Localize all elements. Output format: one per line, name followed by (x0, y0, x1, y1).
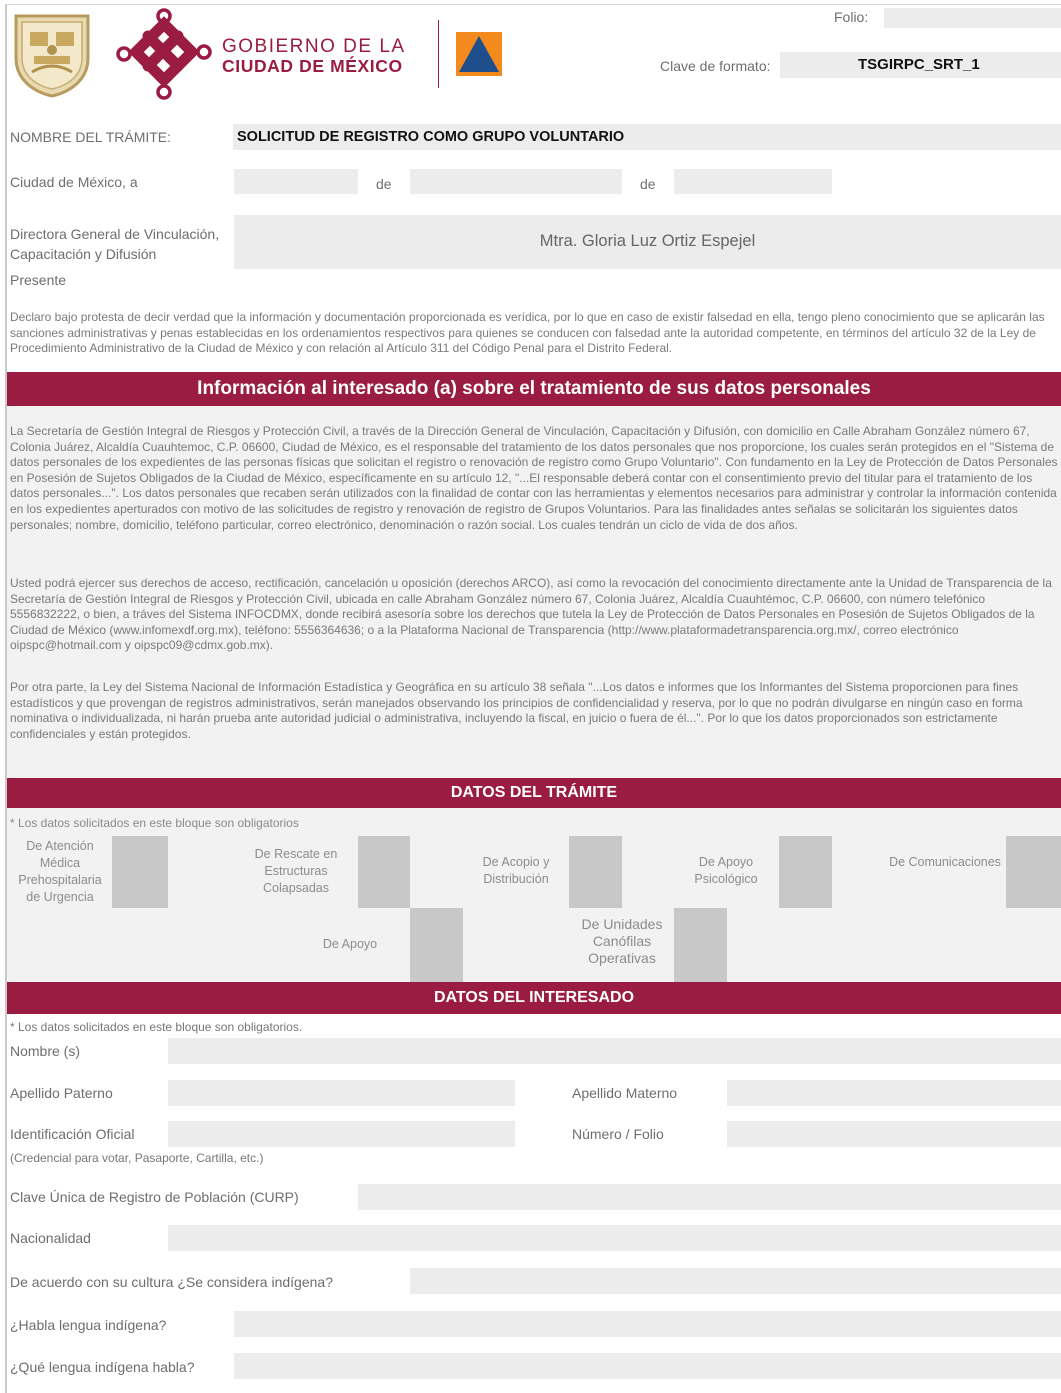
header-divider (438, 20, 439, 88)
option-checkbox-canofilas[interactable] (674, 908, 727, 982)
proteccion-civil-logo-icon (456, 32, 502, 76)
day-field[interactable] (234, 169, 358, 194)
clave-formato-label: Clave de formato: (660, 58, 771, 74)
apellido-paterno-label: Apellido Paterno (10, 1085, 113, 1101)
option-label-canofilas: De Unidades Canófilas Operativas (581, 916, 663, 966)
info-paragraph-2: Usted podrá ejercer sus derechos de acce… (10, 576, 1052, 653)
clave-formato-value: TSGIRPC_SRT_1 (858, 56, 980, 73)
folio-label: Folio: (834, 9, 869, 25)
month-field[interactable] (410, 169, 622, 194)
nombre-label: Nombre (s) (10, 1043, 81, 1059)
apellido-paterno-input[interactable] (168, 1080, 515, 1106)
numero-folio-label: Número / Folio (572, 1126, 664, 1142)
datos-interesado-note: * Los datos solicitados en este bloque s… (10, 1020, 303, 1034)
presente-label: Presente (10, 272, 67, 288)
directora-value: Mtra. Gloria Luz Ortiz Espejel (539, 232, 756, 250)
option-label-acopio: De Acopio y Distribución (482, 855, 550, 886)
directora-label: Directora General de Vinculación, Capaci… (10, 226, 220, 262)
option-label-atencion-medica: De Atención Médica Prehospitalaria de Ur… (18, 839, 102, 904)
datos-interesado-banner: DATOS DEL INTERESADO (7, 982, 1061, 1014)
datos-interesado-title: DATOS DEL INTERESADO (433, 989, 635, 1006)
nacionalidad-input[interactable] (168, 1225, 1061, 1251)
datos-tramite-note: * Los datos solicitados en este bloque s… (10, 816, 299, 830)
nacionalidad-label: Nacionalidad (10, 1230, 91, 1246)
nombre-tramite-label: NOMBRE DEL TRÁMITE: (10, 129, 172, 145)
nombre-tramite-value: SOLICITUD DE REGISTRO COMO GRUPO VOLUNTA… (237, 129, 625, 145)
curp-label: Clave Única de Registro de Población (CU… (10, 1189, 299, 1205)
option-checkbox-apoyo[interactable] (410, 908, 463, 982)
option-label-apoyo-psicologico: De Apoyo Psicológico (694, 855, 758, 886)
apellido-materno-label: Apellido Materno (572, 1085, 678, 1101)
indigena-input[interactable] (410, 1268, 1061, 1294)
info-paragraph-3: Por otra parte, la Ley del Sistema Nacio… (10, 680, 1023, 741)
option-label-apoyo: De Apoyo (322, 937, 378, 951)
option-label-comunicaciones: De Comunicaciones (889, 855, 1001, 869)
que-lengua-label: ¿Qué lengua indígena habla? (10, 1359, 195, 1375)
ciudad-label: Ciudad de México, a (10, 174, 138, 190)
cdmx-logo-icon (114, 6, 214, 102)
identificacion-note: (Credencial para votar, Pasaporte, Carti… (10, 1151, 264, 1165)
de-label-1: de (376, 176, 392, 192)
info-banner-title: Información al interesado (a) sobre el t… (197, 378, 871, 399)
option-checkbox-comunicaciones[interactable] (1006, 836, 1061, 908)
identificacion-label: Identificación Oficial (10, 1126, 135, 1142)
option-checkbox-acopio[interactable] (569, 836, 622, 908)
numero-folio-input[interactable] (727, 1121, 1061, 1147)
option-label-rescate: De Rescate en Estructuras Colapsadas (254, 847, 338, 895)
option-checkbox-rescate[interactable] (358, 836, 410, 908)
folio-field[interactable] (884, 8, 1061, 28)
option-checkbox-apoyo-psicologico[interactable] (779, 836, 832, 908)
declaracion-text: Declaro bajo protesta de decir verdad qu… (10, 310, 1045, 356)
habla-lengua-label: ¿Habla lengua indígena? (10, 1317, 167, 1333)
info-paragraph-1: La Secretaría de Gestión Integral de Rie… (10, 424, 1058, 532)
datos-tramite-banner: DATOS DEL TRÁMITE (7, 778, 1061, 808)
habla-lengua-input[interactable] (234, 1311, 1061, 1337)
datos-tramite-title: DATOS DEL TRÁMITE (450, 784, 618, 801)
year-field[interactable] (674, 169, 832, 194)
info-banner: Información al interesado (a) sobre el t… (7, 372, 1061, 406)
brand-line-2: CIUDAD DE MÉXICO (222, 56, 403, 76)
curp-input[interactable] (358, 1184, 1061, 1210)
que-lengua-input[interactable] (234, 1353, 1061, 1379)
de-label-2: de (640, 176, 656, 192)
indigena-label: De acuerdo con su cultura ¿Se considera … (10, 1274, 333, 1290)
apellido-materno-input[interactable] (727, 1080, 1061, 1106)
cdmx-coat-of-arms-icon (12, 12, 92, 98)
identificacion-input[interactable] (168, 1121, 515, 1147)
option-checkbox-atencion-medica[interactable] (112, 836, 168, 908)
brand-line-1: GOBIERNO DE LA (222, 36, 406, 57)
nombre-input[interactable] (168, 1038, 1061, 1064)
